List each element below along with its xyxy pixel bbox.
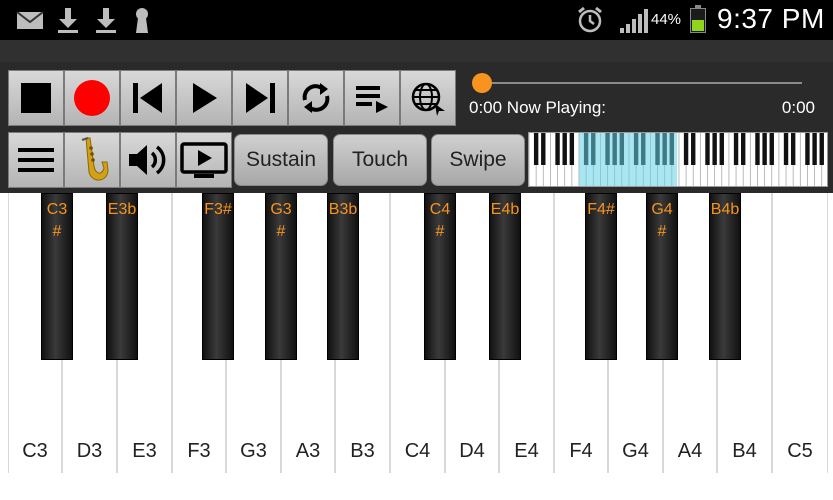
status-time: 9:37 PM: [717, 3, 825, 34]
stop-icon: [21, 83, 51, 113]
stop-button[interactable]: [8, 70, 64, 126]
black-key-label: E4b: [490, 201, 520, 218]
black-key-label: F3#: [204, 201, 232, 218]
saxophone-icon: [81, 137, 109, 181]
white-key-label: C3: [22, 440, 48, 462]
black-key[interactable]: E4b: [489, 193, 521, 360]
white-key-label: D4: [459, 440, 485, 462]
white-key-label: E3: [132, 440, 157, 462]
black-key[interactable]: F3#: [202, 193, 234, 360]
touch-label: Touch: [351, 148, 409, 171]
black-key-label: G4 #: [651, 201, 673, 240]
status-bar: 44% 9:37 PM: [0, 0, 833, 40]
mail-icon: [16, 11, 44, 29]
playlist-button[interactable]: [344, 70, 400, 126]
loop-icon: [302, 83, 330, 113]
swipe-button[interactable]: Swipe: [431, 134, 525, 186]
menu-icon: [18, 148, 54, 172]
black-key[interactable]: C3 #: [41, 193, 73, 360]
menu-button[interactable]: [8, 132, 64, 188]
black-key-label: G3 #: [270, 201, 292, 240]
white-key-label: B3: [350, 440, 375, 462]
now-playing-label: 0:00 Now Playing:: [469, 98, 607, 117]
white-key-label: A4: [677, 440, 703, 462]
white-key-label: A3: [295, 440, 321, 462]
alarm-icon: [578, 6, 602, 33]
skip-next-button[interactable]: [232, 70, 288, 126]
globe-icon: [411, 82, 445, 116]
header-spacer: [0, 40, 833, 62]
white-key-label: F4: [569, 440, 593, 462]
globe-button[interactable]: [400, 70, 456, 126]
record-icon: [74, 80, 110, 116]
keyboard-navigator[interactable]: [528, 132, 828, 187]
sustain-label: Sustain: [245, 148, 317, 171]
mini-keyboard: [529, 133, 824, 186]
black-key[interactable]: G3 #: [265, 193, 297, 360]
black-key-label: B3b: [328, 201, 358, 218]
visible-range-highlight[interactable]: [579, 133, 677, 186]
white-key-label: C4: [404, 440, 431, 462]
progress-track[interactable]: [482, 82, 802, 84]
skip-previous-button[interactable]: [120, 70, 176, 126]
battery-percent: 44%: [651, 11, 682, 28]
black-key[interactable]: F4#: [585, 193, 617, 360]
black-key-label: C4 #: [429, 201, 451, 240]
end-time: 0:00: [781, 98, 815, 117]
white-key-label: E4: [514, 440, 539, 462]
piano-keyboard: C3 D3 E3 F3 G3 A3 B3 C4 D4 E4 F4 G4 A4 B4 C5 C3 # E3b F3# G…: [0, 193, 833, 500]
keyboard-bottom: [0, 473, 833, 500]
black-key[interactable]: C4 #: [424, 193, 456, 360]
swipe-label: Swipe: [449, 148, 507, 171]
white-key-label: F3: [187, 440, 211, 462]
signal-icon: [620, 9, 648, 33]
skip-previous-icon: [133, 83, 162, 113]
play-icon: [193, 83, 217, 113]
black-key[interactable]: B4b: [709, 193, 741, 360]
download-icon: [58, 8, 78, 33]
black-key[interactable]: G4 #: [646, 193, 678, 360]
white-key-label: C5: [787, 440, 813, 462]
video-button[interactable]: [176, 132, 232, 188]
loop-button[interactable]: [288, 70, 344, 126]
white-key-label: D3: [76, 440, 103, 462]
black-key-label: B4b: [710, 201, 740, 218]
progress-thumb[interactable]: [472, 73, 492, 93]
instrument-button[interactable]: [64, 132, 120, 188]
touch-button[interactable]: Touch: [333, 134, 427, 186]
black-key[interactable]: B3b: [327, 193, 359, 360]
skip-next-icon: [246, 83, 275, 113]
black-key[interactable]: E3b: [106, 193, 138, 360]
white-key-label: B4: [732, 440, 757, 462]
keyhole-icon: [136, 8, 148, 33]
white-key-label: G3: [240, 440, 267, 462]
speaker-icon: [129, 145, 166, 175]
play-button[interactable]: [176, 70, 232, 126]
black-key-label: C3 #: [46, 201, 68, 240]
volume-button[interactable]: [120, 132, 176, 188]
sustain-button[interactable]: Sustain: [234, 134, 328, 186]
white-key-c5[interactable]: C5: [772, 193, 828, 473]
screen-play-icon: [180, 142, 228, 178]
record-button[interactable]: [64, 70, 120, 126]
black-key-label: F4#: [587, 201, 615, 218]
black-key-label: E3b: [107, 201, 137, 218]
playlist-icon: [356, 86, 388, 113]
battery-icon: [690, 5, 706, 33]
white-key-label: G4: [622, 440, 649, 462]
player-progress: 0:00 Now Playing: 0:00: [458, 68, 828, 126]
download-icon: [96, 8, 116, 33]
